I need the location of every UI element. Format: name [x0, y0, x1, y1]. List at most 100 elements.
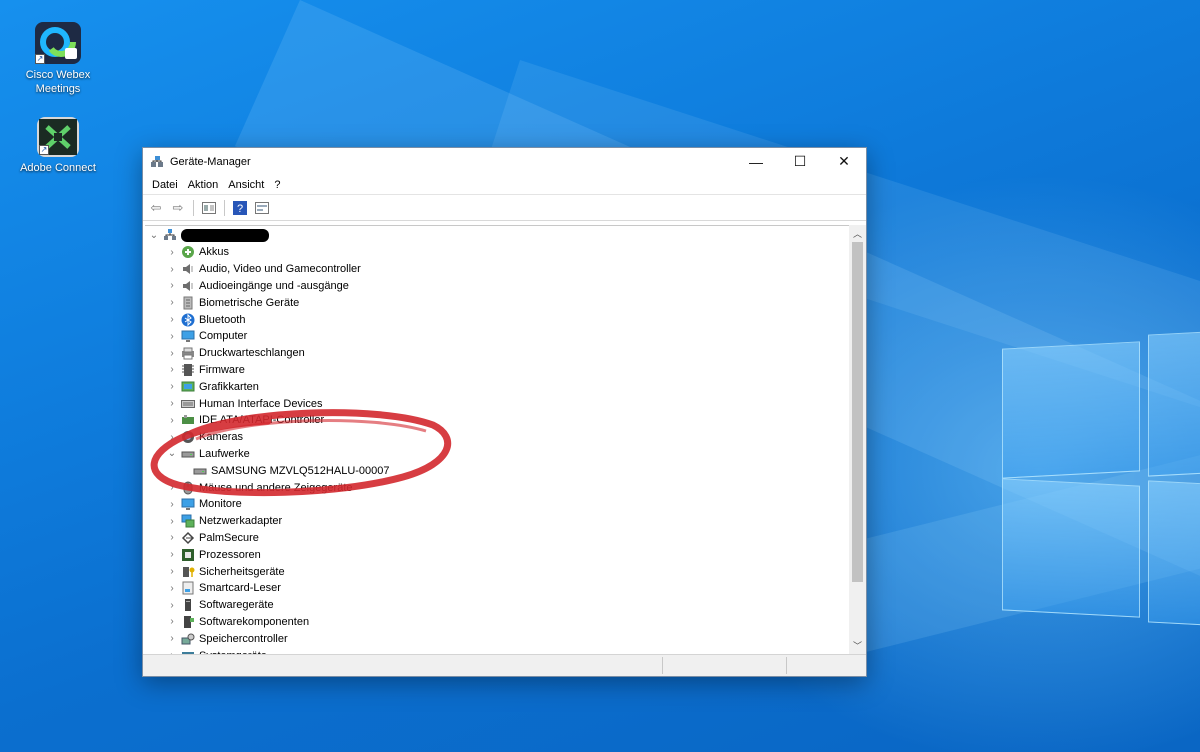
tree-category[interactable]: › Firmware — [166, 362, 245, 379]
tree-item-label: Audioeingänge und -ausgänge — [199, 279, 349, 292]
tree-item-label: Firmware — [199, 363, 245, 376]
palm-icon — [181, 531, 195, 545]
drive-icon — [181, 447, 195, 461]
tree-category[interactable]: › Computer — [166, 328, 247, 345]
tree-category[interactable]: › Softwarekomponenten — [166, 614, 309, 631]
chevron-right-icon[interactable]: › — [166, 314, 178, 325]
tree-category[interactable]: › Audioeingänge und -ausgänge — [166, 278, 349, 295]
tree-category[interactable]: › Human Interface Devices — [166, 395, 322, 412]
svg-text:?: ? — [237, 203, 243, 215]
minimize-button[interactable]: — — [734, 148, 778, 175]
device-tree[interactable]: ⌄ › Akkus › Audio, Video und Gamecontroller… — [145, 225, 850, 654]
scroll-thumb[interactable] — [852, 242, 863, 582]
chevron-right-icon[interactable]: › — [166, 381, 178, 392]
tree-item-label: Grafikkarten — [199, 380, 259, 393]
close-button[interactable]: ✕ — [822, 148, 866, 175]
chevron-right-icon[interactable]: › — [166, 297, 178, 308]
maximize-button[interactable]: ☐ — [778, 148, 822, 175]
tree-item-label: Laufwerke — [199, 447, 250, 460]
tree-item-label: Biometrische Geräte — [199, 296, 300, 309]
chevron-right-icon[interactable]: › — [166, 532, 178, 543]
chevron-down-icon[interactable]: ⌄ — [148, 230, 160, 241]
title-bar[interactable]: Geräte-Manager — ☐ ✕ — [143, 148, 866, 175]
chevron-right-icon[interactable]: › — [166, 280, 178, 291]
menu-datei[interactable]: Datei — [147, 179, 183, 191]
chevron-right-icon[interactable]: › — [166, 616, 178, 627]
scroll-down-icon[interactable]: ﹀ — [849, 637, 866, 654]
chevron-right-icon[interactable]: › — [166, 633, 178, 644]
network-icon — [181, 514, 195, 528]
tree-category[interactable]: › Smartcard-Leser — [166, 580, 281, 597]
display-adapter-icon — [181, 380, 195, 394]
tree-category[interactable]: › Monitore — [166, 496, 242, 513]
tree-category[interactable]: › Akkus — [166, 244, 229, 261]
tree-category[interactable]: › Sicherheitsgeräte — [166, 563, 284, 580]
tree-category[interactable]: ›Systemgeräte — [166, 647, 267, 654]
chevron-right-icon[interactable]: › — [166, 247, 178, 258]
menu-aktion[interactable]: Aktion — [183, 179, 224, 191]
printer-icon — [181, 346, 195, 360]
chevron-right-icon[interactable]: › — [166, 364, 178, 375]
window-title: Geräte-Manager — [170, 155, 251, 168]
tree-item-label: PalmSecure — [199, 531, 259, 544]
tree-category[interactable]: › Grafikkarten — [166, 378, 259, 395]
shortcut-arrow-icon: ↗ — [35, 54, 45, 64]
tree-item-label: Smartcard-Leser — [199, 582, 281, 595]
tree-category[interactable]: › Mäuse und andere Zeigegeräte — [166, 479, 353, 496]
windows-logo-pane — [1002, 478, 1140, 618]
chevron-right-icon[interactable]: › — [166, 348, 178, 359]
monitor-icon — [181, 497, 195, 511]
scroll-up-icon[interactable]: ︿ — [849, 225, 866, 242]
tree-item-label: Bluetooth — [199, 313, 246, 326]
tree-item-label: Mäuse und andere Zeigegeräte — [199, 481, 353, 494]
desktop-icon-adobe-connect[interactable]: ↗ Adobe Connect — [18, 117, 98, 175]
security-key-icon — [181, 565, 195, 579]
chevron-right-icon[interactable]: › — [166, 549, 178, 560]
desktop-icon-webex[interactable]: ↗ Cisco Webex Meetings — [18, 22, 98, 96]
tree-category[interactable]: › Druckwarteschlangen — [166, 345, 305, 362]
vertical-scrollbar[interactable]: ︿ ﹀ — [849, 225, 866, 654]
properties-view-icon[interactable] — [200, 199, 218, 217]
forward-arrow-icon[interactable]: ⇨ — [169, 199, 187, 217]
chevron-right-icon[interactable]: › — [166, 432, 178, 443]
tree-category[interactable]: › Softwaregeräte — [166, 597, 274, 614]
windows-logo-pane — [1002, 341, 1140, 479]
tree-category[interactable]: › Prozessoren — [166, 546, 261, 563]
speaker-icon — [181, 262, 195, 276]
chip-icon — [181, 363, 195, 377]
tree-category[interactable]: › Kameras — [166, 429, 243, 446]
chevron-right-icon[interactable]: › — [166, 482, 178, 493]
chevron-right-icon[interactable]: › — [166, 600, 178, 611]
chevron-right-icon[interactable]: › — [166, 516, 178, 527]
tree-category[interactable]: › Audio, Video und Gamecontroller — [166, 261, 361, 278]
help-icon[interactable]: ? — [231, 199, 249, 217]
tree-root[interactable]: ⌄ — [148, 227, 269, 244]
chevron-right-icon[interactable]: › — [166, 583, 178, 594]
chevron-right-icon[interactable]: › — [166, 331, 178, 342]
chevron-right-icon[interactable]: › — [166, 499, 178, 510]
chevron-right-icon[interactable]: › — [166, 415, 178, 426]
chevron-right-icon[interactable]: › — [166, 398, 178, 409]
tree-category[interactable]: ⌄ Laufwerke — [166, 446, 250, 463]
chevron-right-icon[interactable]: › — [166, 264, 178, 275]
tree-item-label: Netzwerkadapter — [199, 515, 283, 528]
chevron-down-icon[interactable]: ⌄ — [166, 448, 178, 459]
tree-category[interactable]: › PalmSecure — [166, 530, 259, 547]
tree-item-label: Softwarekomponenten — [199, 615, 310, 628]
menu-ansicht[interactable]: Ansicht — [223, 179, 269, 191]
update-view-icon[interactable] — [253, 199, 271, 217]
tree-category[interactable]: › Bluetooth — [166, 311, 245, 328]
chevron-right-icon[interactable]: › — [166, 566, 178, 577]
menu-help[interactable]: ? — [269, 179, 285, 191]
desktop-icon-label: Cisco Webex Meetings — [25, 69, 91, 95]
tree-category[interactable]: › IDE ATA/ATAPI-Controller — [166, 412, 324, 429]
device-manager-window: Geräte-Manager — ☐ ✕ Datei Aktion Ansich… — [142, 147, 867, 677]
tree-category[interactable]: › Biometrische Geräte — [166, 294, 299, 311]
tree-item-label: SAMSUNG MZVLQ512HALU-00007 — [211, 464, 390, 477]
tree-child-item[interactable]: SAMSUNG MZVLQ512HALU-00007 — [178, 462, 390, 479]
tree-category[interactable]: › Speichercontroller — [166, 630, 287, 647]
tree-category[interactable]: › Netzwerkadapter — [166, 513, 282, 530]
keyboard-icon — [181, 397, 195, 411]
back-arrow-icon[interactable]: ⇦ — [147, 199, 165, 217]
camera-icon — [181, 430, 195, 444]
